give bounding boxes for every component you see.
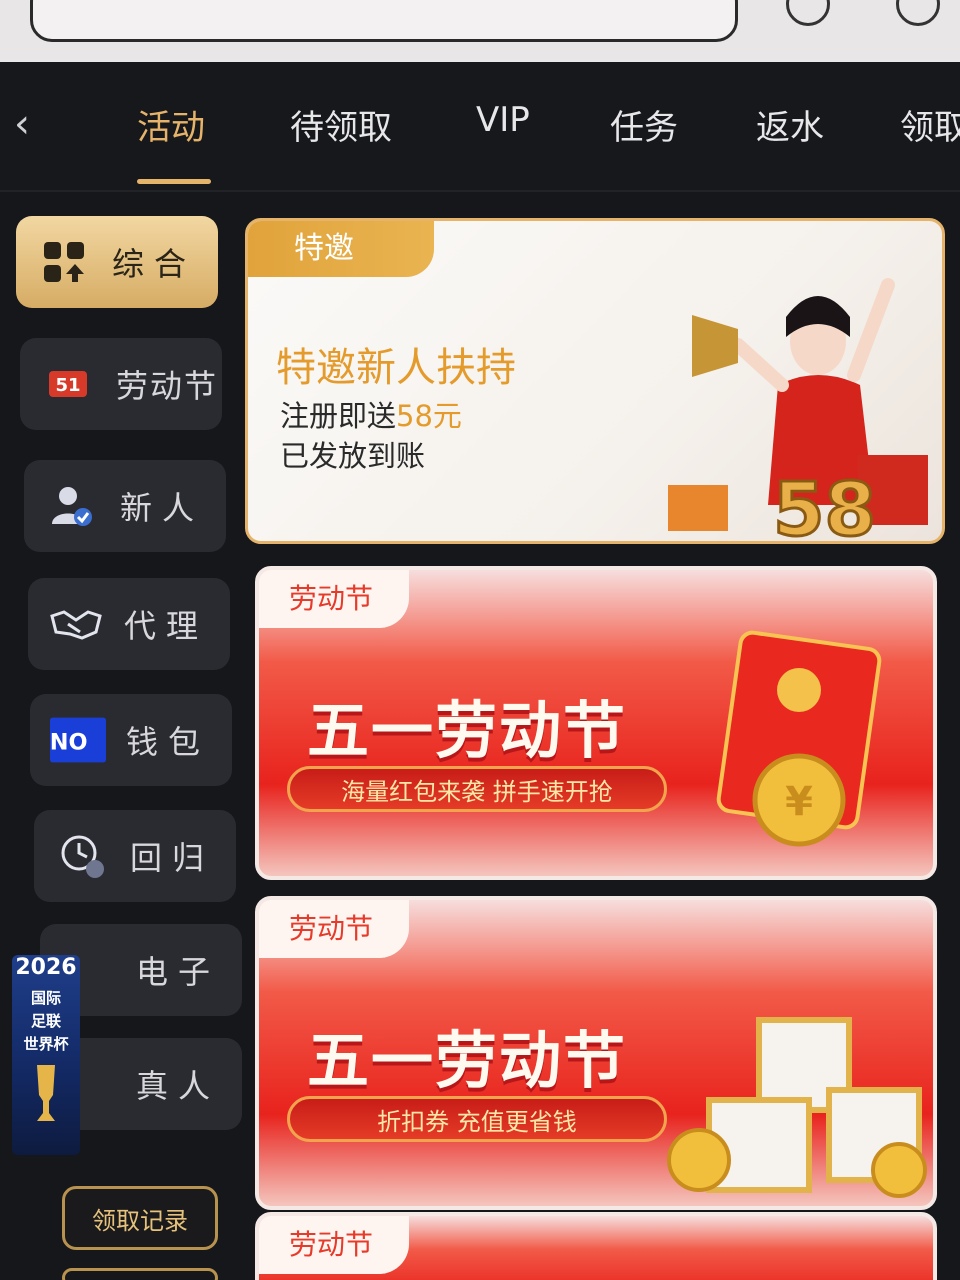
card-tag: 劳动节 [259, 570, 409, 628]
tab-tasks[interactable]: 任务 [610, 100, 678, 149]
sidebar-item-label: 新人 [120, 489, 205, 527]
sidebar-item-return[interactable]: 回归 [34, 810, 236, 902]
sidebar-item-label: 代理 [124, 607, 209, 645]
ad-text: 国际 足联 世界杯 [23, 989, 69, 1053]
sidebar-item-label: 钱包 [126, 723, 211, 761]
trophy-icon [37, 1065, 55, 1121]
sidebar-item-label: 综合 [112, 245, 197, 283]
labor-day-promo-card[interactable]: 劳动节 [255, 1212, 937, 1280]
svg-text:51: 51 [55, 375, 80, 396]
card-title: 五一劳动节 [307, 1024, 628, 1097]
gift-box-illustration [667, 1017, 927, 1198]
return-clock-icon [54, 828, 110, 884]
red-envelope-illustration: ¥ [716, 630, 882, 847]
circle-button[interactable] [896, 0, 940, 26]
tab-activity[interactable]: 活动 [137, 100, 205, 149]
svg-text:¥: ¥ [785, 779, 813, 825]
card-tag: 劳动节 [259, 900, 409, 958]
card-tag: 特邀 [248, 221, 434, 277]
grid-icon [36, 234, 92, 290]
invite-promo-card[interactable]: 特邀 特邀新人扶持 注册即送58元 已发放到账 58 [245, 218, 945, 544]
search-box[interactable] [30, 0, 738, 42]
labor-day-badge-icon: 51 [40, 356, 96, 412]
ad-year: 2026 [15, 955, 77, 980]
sidebar-item-label: 回归 [130, 839, 215, 877]
svg-text:NO: NO [50, 729, 88, 755]
card-subtitle-pill: 折扣券 充值更省钱 [287, 1096, 667, 1142]
sidebar-item-label: 劳动节 [116, 367, 219, 405]
claim-record-button[interactable]: 领取记录 [62, 1186, 218, 1250]
tab-bar: ‹ 活动 待领取 VIP 任务 返水 领取 [0, 62, 960, 192]
sidebar-item-labor-day[interactable]: 51 劳动节 [20, 338, 222, 430]
new-user-icon [44, 478, 100, 534]
sidebar-item-general[interactable]: 综合 [16, 216, 218, 308]
labor-day-promo-card[interactable]: 劳动节 五一劳动节 海量红包来袭 拼手速开抢 ¥ [255, 566, 937, 880]
sidebar-item-new-user[interactable]: 新人 [24, 460, 226, 552]
sidebar-item-label: 真人 [136, 1067, 221, 1105]
tab-pending[interactable]: 待领取 [290, 100, 392, 149]
sidebar-item-agent[interactable]: 代理 [28, 578, 230, 670]
tab-active-indicator [137, 179, 211, 184]
svg-text:58: 58 [773, 467, 876, 541]
top-strip [0, 0, 960, 62]
tab-vip[interactable]: VIP [476, 100, 530, 140]
card-tag: 劳动节 [259, 1216, 409, 1274]
sidebar-item-wallet[interactable]: NO 钱包 [30, 694, 232, 786]
handshake-icon [48, 596, 104, 652]
circle-button[interactable] [786, 0, 830, 26]
tab-rebate[interactable]: 返水 [756, 100, 824, 149]
card-line-2: 已发放到账 [280, 439, 426, 473]
card-subtitle-pill: 海量红包来袭 拼手速开抢 [287, 766, 667, 812]
back-arrow-icon[interactable]: ‹ [14, 102, 48, 146]
sidebar-item-label: 电子 [136, 953, 221, 991]
world-cup-float-ad[interactable]: 2026 国际 足联 世界杯 [12, 955, 80, 1155]
card-title: 特邀新人扶持 [276, 345, 516, 391]
tab-claim[interactable]: 领取 [900, 100, 960, 149]
sidebar-bottom-button[interactable] [62, 1268, 218, 1280]
promo-model-illustration: 58 [668, 278, 928, 541]
card-title: 五一劳动节 [307, 694, 628, 767]
wallet-logo-icon: NO [50, 712, 106, 768]
labor-day-promo-card[interactable]: 劳动节 五一劳动节 折扣券 充值更省钱 [255, 896, 937, 1210]
card-line-1: 注册即送58元 [280, 399, 462, 433]
